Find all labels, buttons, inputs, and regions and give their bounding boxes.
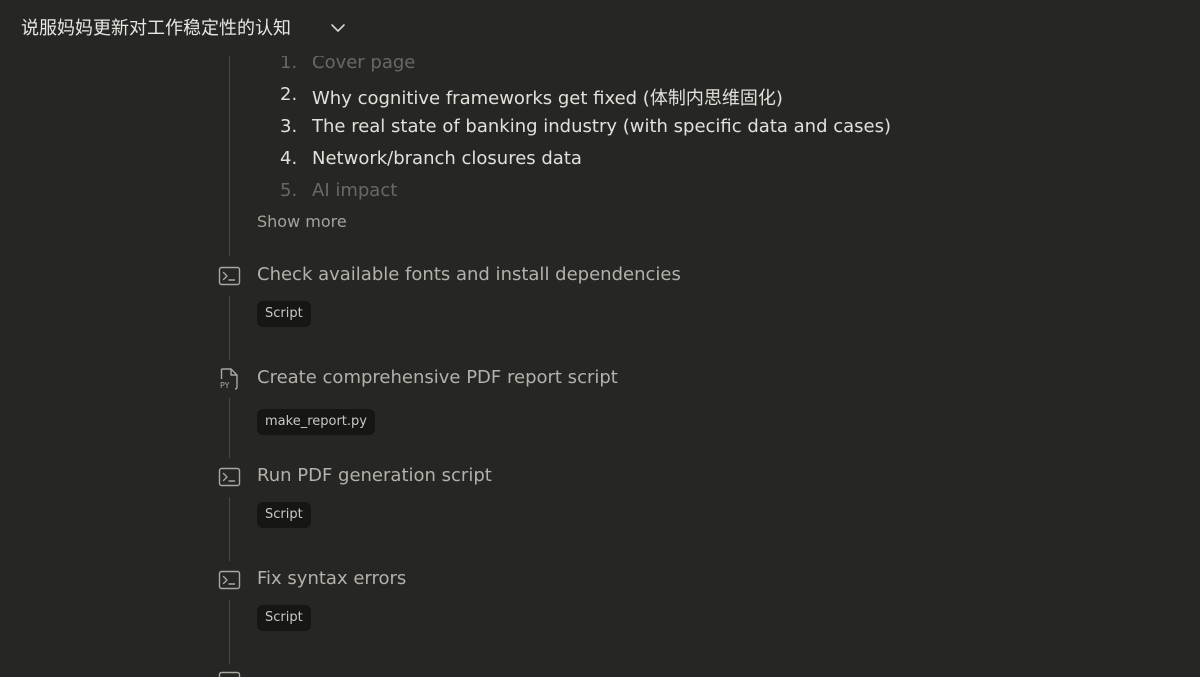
timeline-line bbox=[229, 296, 230, 360]
chevron-down-icon[interactable] bbox=[327, 17, 349, 39]
script-chip[interactable]: Script bbox=[257, 301, 311, 327]
list-item-number: 3. bbox=[280, 116, 298, 137]
timeline-line bbox=[229, 398, 230, 458]
timeline-line bbox=[229, 497, 230, 561]
conversation-title[interactable]: 说服妈妈更新对工作稳定性的认知 bbox=[21, 14, 291, 40]
terminal-icon bbox=[218, 265, 241, 287]
list-item-number: 2. bbox=[280, 84, 298, 105]
timeline-line bbox=[229, 56, 230, 256]
terminal-icon bbox=[218, 569, 241, 591]
terminal-icon bbox=[218, 466, 241, 488]
timeline-line bbox=[229, 600, 230, 664]
list-item-number: 4. bbox=[280, 148, 298, 169]
list-item-text: Network/branch closures data bbox=[312, 148, 582, 169]
show-more-button[interactable]: Show more bbox=[257, 212, 347, 231]
file-chip[interactable]: make_report.py bbox=[257, 409, 375, 435]
list-item-text: The real state of banking industry (with… bbox=[312, 116, 892, 137]
script-chip[interactable]: Script bbox=[257, 502, 311, 528]
step-title: Create comprehensive PDF report script bbox=[257, 367, 618, 388]
list-item-number: 5. bbox=[280, 180, 298, 201]
step-title: Check available fonts and install depend… bbox=[257, 264, 681, 285]
step-title: Fix syntax errors bbox=[257, 568, 407, 589]
list-item-text: Why cognitive frameworks get fixed (体制内思… bbox=[312, 88, 783, 109]
python-file-icon: PY bbox=[218, 367, 241, 390]
conversation-view: 1. Cover page 2. Why cognitive framework… bbox=[0, 0, 1200, 677]
svg-text:PY: PY bbox=[220, 381, 230, 390]
terminal-icon bbox=[218, 670, 241, 677]
list-item-text: AI impact bbox=[312, 180, 398, 201]
conversation-header: 说服妈妈更新对工作稳定性的认知 bbox=[0, 0, 1200, 56]
script-chip[interactable]: Script bbox=[257, 605, 311, 631]
step-title: Run PDF generation script bbox=[257, 465, 492, 486]
